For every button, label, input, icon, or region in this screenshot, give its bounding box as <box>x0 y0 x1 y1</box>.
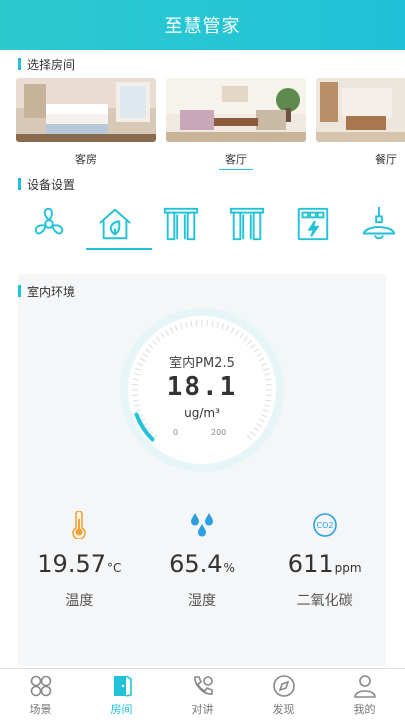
house-leaf-icon <box>99 208 131 240</box>
thermometer-icon <box>72 511 87 539</box>
ceiling-lamp-icon <box>362 206 396 240</box>
room-label: 餐厅 <box>375 153 397 166</box>
tab-intercom[interactable]: 对讲 <box>162 669 243 720</box>
stat-humidity: 65.4% 湿度 <box>141 510 264 610</box>
pm25-gauge: 室内PM2.5 18.1 ug/m³ 0 200 <box>118 306 286 474</box>
device-curtain-1[interactable] <box>148 198 214 250</box>
device-heater[interactable] <box>280 198 346 250</box>
room-card-guest-room[interactable]: 客房 <box>16 78 156 170</box>
pm25-value: 18.1 <box>166 372 238 402</box>
heater-icon <box>297 207 329 241</box>
rooms-section-title: 选择房间 <box>0 50 405 78</box>
tab-label: 场景 <box>29 702 52 716</box>
devices-section-label: 设备设置 <box>27 177 76 192</box>
humidity-value: 65.4 <box>169 550 223 578</box>
pm25-label: 室内PM2.5 <box>169 356 235 371</box>
tab-label: 房间 <box>110 702 133 716</box>
room-card-dining-room[interactable]: 餐厅 <box>316 78 405 170</box>
curtain-icon <box>229 207 265 241</box>
tab-me[interactable]: 我的 <box>324 669 405 720</box>
section-accent-bar <box>18 58 21 70</box>
fan-icon <box>34 207 64 235</box>
environment-section-label: 室内环境 <box>27 284 76 299</box>
room-door-icon <box>113 674 132 697</box>
co2-unit: ppm <box>334 561 362 575</box>
room-label: 客厅 <box>219 153 253 170</box>
device-ceiling-lamp[interactable] <box>346 198 405 250</box>
guest-room-photo <box>16 78 156 142</box>
devices-section-title: 设备设置 <box>0 170 405 198</box>
section-accent-bar <box>18 285 21 297</box>
co2-label: 二氧化碳 <box>296 593 353 609</box>
temperature-value: 19.57 <box>37 550 106 578</box>
environment-section-title: 室内环境 <box>18 274 386 308</box>
section-accent-bar <box>18 178 21 190</box>
tab-label: 我的 <box>353 702 376 716</box>
app-header: 至慧管家 <box>0 0 405 50</box>
device-selector[interactable] <box>0 198 405 260</box>
stat-co2: CO2 611ppm 二氧化碳 <box>263 510 386 610</box>
app-screen: 至慧管家 选择房间 客房 客厅 餐厅 设备设置 室内环境 室内PM2.5 18.… <box>0 0 405 720</box>
app-title: 至慧管家 <box>164 16 241 37</box>
tab-label: 发现 <box>272 702 295 716</box>
water-drops-icon <box>191 513 213 537</box>
svg-text:CO2: CO2 <box>316 521 333 530</box>
rooms-section-label: 选择房间 <box>27 57 76 72</box>
device-curtain-2[interactable] <box>214 198 280 250</box>
room-label: 客房 <box>75 153 97 166</box>
co2-value: 611 <box>287 550 334 578</box>
pm25-unit: ug/m³ <box>184 406 220 420</box>
tab-room[interactable]: 房间 <box>81 669 162 720</box>
device-home-mode[interactable] <box>82 198 152 250</box>
scene-icon <box>30 675 51 696</box>
tab-discover[interactable]: 发现 <box>243 669 324 720</box>
gauge-min-label: 0 <box>173 428 179 437</box>
compass-icon <box>272 674 295 697</box>
person-icon <box>353 674 376 698</box>
tab-scene[interactable]: 场景 <box>0 669 81 720</box>
environment-stats: 19.57°C 温度 65.4% 湿度 CO2 611ppm 二氧化碳 <box>18 510 386 610</box>
intercom-phone-icon <box>193 675 213 695</box>
humidity-unit: % <box>223 561 235 575</box>
humidity-label: 湿度 <box>188 593 216 609</box>
temperature-unit: °C <box>107 561 122 575</box>
temperature-label: 温度 <box>65 593 94 609</box>
stat-temperature: 19.57°C 温度 <box>18 510 141 610</box>
gauge-max-label: 200 <box>211 428 227 437</box>
room-carousel[interactable]: 客房 客厅 餐厅 <box>0 78 405 170</box>
co2-icon: CO2 <box>312 513 337 537</box>
living-room-photo <box>166 78 306 142</box>
room-card-living-room[interactable]: 客厅 <box>166 78 306 170</box>
curtain-icon <box>163 207 199 241</box>
device-fan[interactable] <box>16 198 82 250</box>
bottom-tab-bar: 场景 房间 对讲 发现 我的 <box>0 668 405 720</box>
dining-room-photo <box>316 78 405 142</box>
indoor-environment-panel: 室内环境 室内PM2.5 18.1 ug/m³ 0 200 19.57°C 温度… <box>18 274 386 666</box>
tab-label: 对讲 <box>191 702 214 716</box>
